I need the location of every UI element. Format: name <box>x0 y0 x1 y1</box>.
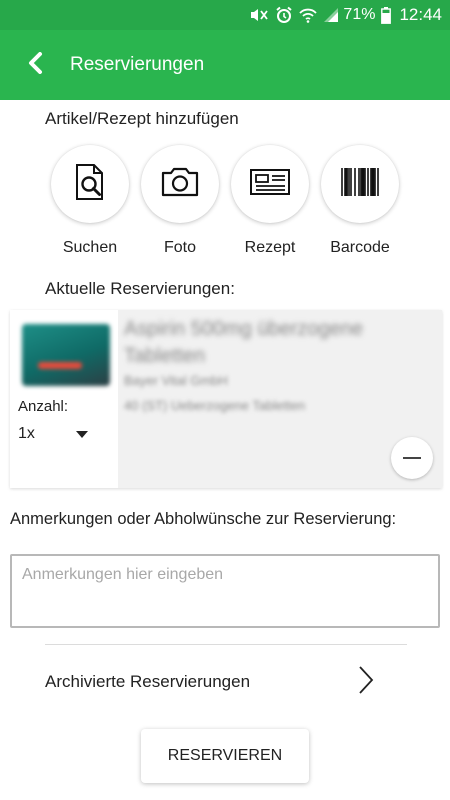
current-section-label: Aktuelle Reservierungen: <box>45 279 235 298</box>
app-bar: Reservierungen <box>0 30 450 100</box>
photo-action-button[interactable]: Foto <box>140 145 220 257</box>
battery-percent: 71% <box>343 6 376 23</box>
product-image <box>22 324 110 386</box>
minus-icon <box>403 457 421 459</box>
prescription-icon <box>249 168 291 201</box>
archived-reservations-label: Archivierte Reservierungen <box>45 672 251 691</box>
document-search-icon <box>74 163 106 206</box>
photo-action-circle[interactable] <box>141 145 219 223</box>
back-button[interactable] <box>0 30 70 100</box>
product-name: Aspirin 500mg überzogene Tabletten <box>124 318 364 367</box>
camera-icon <box>160 166 200 203</box>
search-action-label: Suchen <box>62 239 118 256</box>
status-time: 12:44 <box>399 5 442 24</box>
page-title: Reservierungen <box>70 54 205 75</box>
reservation-card[interactable]: Anzahl: 1x Aspirin 500mg überzogene Tabl… <box>10 310 442 488</box>
add-actions: Suchen Foto Rezept Barcode <box>50 145 410 265</box>
search-action-circle[interactable] <box>51 145 129 223</box>
barcode-action-label: Barcode <box>330 239 390 256</box>
product-manufacturer: Bayer Vital GmbH <box>124 373 228 388</box>
dropdown-arrow-icon <box>76 430 88 438</box>
product-package: 40 (ST) Ueberzogene Tabletten <box>124 398 306 413</box>
add-section-label: Artikel/Rezept hinzufügen <box>45 109 239 128</box>
signal-icon <box>323 7 339 23</box>
status-bar: 71% 12:44 <box>0 0 450 30</box>
remove-item-button[interactable] <box>391 437 433 479</box>
prescription-action-label: Rezept <box>244 239 296 256</box>
quantity-dropdown[interactable]: 1x <box>18 422 88 446</box>
barcode-action-button[interactable]: Barcode <box>320 145 400 257</box>
barcode-icon <box>340 167 380 202</box>
archived-reservations-link[interactable]: Archivierte Reservierungen <box>45 662 375 702</box>
remarks-label: Anmerkungen oder Abholwünsche zur Reserv… <box>10 510 397 528</box>
prescription-action-button[interactable]: Rezept <box>230 145 310 257</box>
battery-icon <box>381 6 392 24</box>
prescription-action-circle[interactable] <box>231 145 309 223</box>
reservation-card-left: Anzahl: 1x <box>10 310 118 488</box>
mute-vibrate-icon <box>249 7 269 23</box>
divider <box>45 644 407 645</box>
barcode-action-circle[interactable] <box>321 145 399 223</box>
quantity-value: 1x <box>18 425 35 442</box>
reserve-button[interactable]: RESERVIEREN <box>141 729 309 783</box>
alarm-icon <box>275 6 293 24</box>
chevron-left-icon <box>27 51 43 79</box>
remarks-input[interactable] <box>10 554 440 628</box>
photo-action-label: Foto <box>163 239 196 256</box>
wifi-icon <box>299 7 318 23</box>
chevron-right-icon <box>357 665 375 700</box>
search-action-button[interactable]: Suchen <box>50 145 130 257</box>
quantity-label: Anzahl: <box>18 398 69 415</box>
